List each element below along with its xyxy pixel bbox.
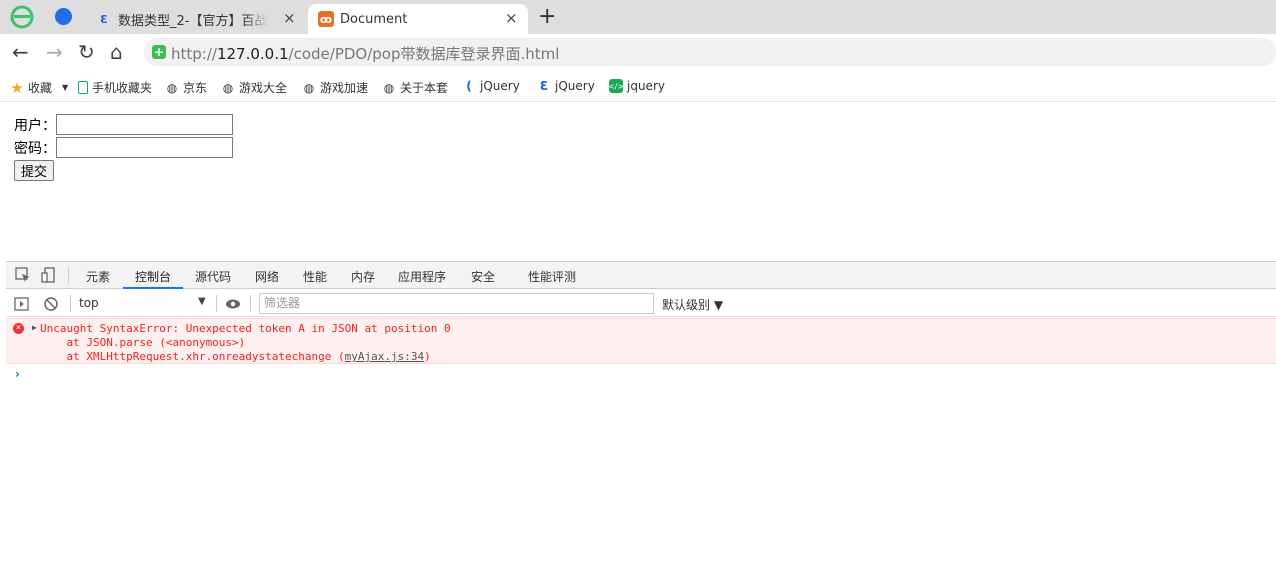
star-icon: ★ [10,78,24,97]
bookmark-jquery-1[interactable]: ( jQuery [462,79,520,93]
jquery-icon: ( [466,79,472,93]
pinned-tab-icon[interactable] [55,8,72,25]
stack-line: at XMLHttpRequest.xhr.onreadystatechange… [40,350,431,363]
submit-button[interactable]: 提交 [14,160,55,181]
page-content: 用户： 密码： 提交 [6,104,1276,260]
device-toolbar-icon[interactable] [41,267,57,283]
bookmark-about[interactable]: ◍ 关于本套 [382,79,450,96]
console-prompt-icon[interactable]: › [15,367,20,381]
tab-console[interactable]: 控制台 [122,268,184,289]
bookmark-jquery-3[interactable]: </> jquery [608,79,665,93]
reload-button[interactable]: ↻ [78,40,95,64]
password-label: 密码： [14,140,56,157]
url-text: http://127.0.0.1/code/PDO/pop带数据库登录界面.ht… [171,45,560,63]
sxt-icon: Ɛ [539,79,549,93]
eye-icon[interactable] [225,296,241,312]
clear-console-icon[interactable] [43,296,59,312]
navigation-bar: ← → ↻ ⌂ + http://127.0.0.1/code/PDO/pop带… [0,34,1276,70]
tab-memory[interactable]: 内存 [351,268,375,285]
security-shield-icon: + [152,45,166,59]
context-select[interactable]: top [79,296,99,310]
bookmarks-bar: ★ 收藏 ▼ 手机收藏夹 ◍ 京东 ◍ 游戏大全 ◍ 游戏加速 ◍ 关于本套 (… [0,72,1276,102]
password-input[interactable] [56,137,233,158]
divider [250,295,251,312]
bookmark-jquery-2[interactable]: Ɛ jQuery [537,79,595,93]
home-button[interactable]: ⌂ [110,40,123,64]
user-row: 用户： [14,114,233,135]
bookmark-game-boost[interactable]: ◍ 游戏加速 [302,79,368,96]
sidebar-toggle-icon[interactable] [14,296,30,312]
chevron-down-icon[interactable]: ▼ [62,83,68,92]
source-link[interactable]: myAjax.js:34 [345,350,424,363]
devtools-panel: 元素 控制台 源代码 网络 性能 内存 应用程序 安全 性能评测 top ▼ 筛… [6,261,1276,585]
error-line: Uncaught SyntaxError: Unexpected token A… [40,322,451,335]
tab-sources[interactable]: 源代码 [195,268,231,285]
xampp-icon: ꝏ [318,11,334,27]
close-tab-icon[interactable]: × [505,9,518,27]
runoob-icon: </> [608,79,624,93]
globe-icon: ◍ [303,80,315,95]
close-tab-icon[interactable]: × [283,9,296,27]
tab-application[interactable]: 应用程序 [398,268,446,285]
devtools-toolbar: 元素 控制台 源代码 网络 性能 内存 应用程序 安全 性能评测 [6,262,1276,289]
bookmark-favorites[interactable]: ★ 收藏 ▼ [10,78,68,97]
phone-icon [78,81,88,94]
console-error-message: × ▶ Uncaught SyntaxError: Unexpected tok… [6,318,1276,364]
console-toolbar: top ▼ 筛选器 默认级别 ▼ [6,290,1276,317]
bookmark-games[interactable]: ◍ 游戏大全 [221,79,289,96]
tab-document[interactable]: ꝏ Document × [308,4,528,34]
sxt-icon: Ɛ [100,12,108,26]
forward-button[interactable]: → [46,40,63,64]
user-label: 用户： [14,117,56,134]
address-bar[interactable]: + http://127.0.0.1/code/PDO/pop带数据库登录界面.… [144,38,1276,66]
browser-logo-icon[interactable] [10,5,34,29]
globe-icon: ◍ [222,80,234,95]
divider [216,295,217,312]
bookmark-jd[interactable]: ◍ 京东 [165,79,207,96]
browser-tab-strip: Ɛ 数据类型_2-【官方】百战程序员 × ꝏ Document × + [0,0,1276,34]
expand-triangle-icon[interactable]: ▶ [32,323,37,332]
globe-icon: ◍ [166,80,178,95]
back-button[interactable]: ← [12,40,29,64]
globe-icon: ◍ [383,80,395,95]
new-tab-button[interactable]: + [538,4,556,29]
tab-title: 数据类型_2-【官方】百战程序员 [118,13,268,29]
username-input[interactable] [56,114,233,135]
tab-title: Document [340,11,408,27]
log-levels-dropdown[interactable]: 默认级别 ▼ [662,296,723,313]
divider [70,295,71,312]
bookmark-mobile[interactable]: 手机收藏夹 [78,79,152,96]
filter-input[interactable]: 筛选器 [259,293,654,314]
tab-network[interactable]: 网络 [255,268,279,285]
tab-sxt[interactable]: Ɛ 数据类型_2-【官方】百战程序员 × [86,4,304,34]
chevron-down-icon[interactable]: ▼ [198,296,206,307]
tab-performance[interactable]: 性能 [303,268,327,285]
tab-lighthouse[interactable]: 性能评测 [528,268,576,285]
tab-security[interactable]: 安全 [471,268,495,285]
password-row: 密码： [14,137,233,158]
inspect-element-icon[interactable] [15,267,31,283]
divider [68,267,69,284]
tab-elements[interactable]: 元素 [86,268,110,285]
stack-line: at JSON.parse (<anonymous>) [40,336,246,349]
error-icon: × [13,323,24,334]
